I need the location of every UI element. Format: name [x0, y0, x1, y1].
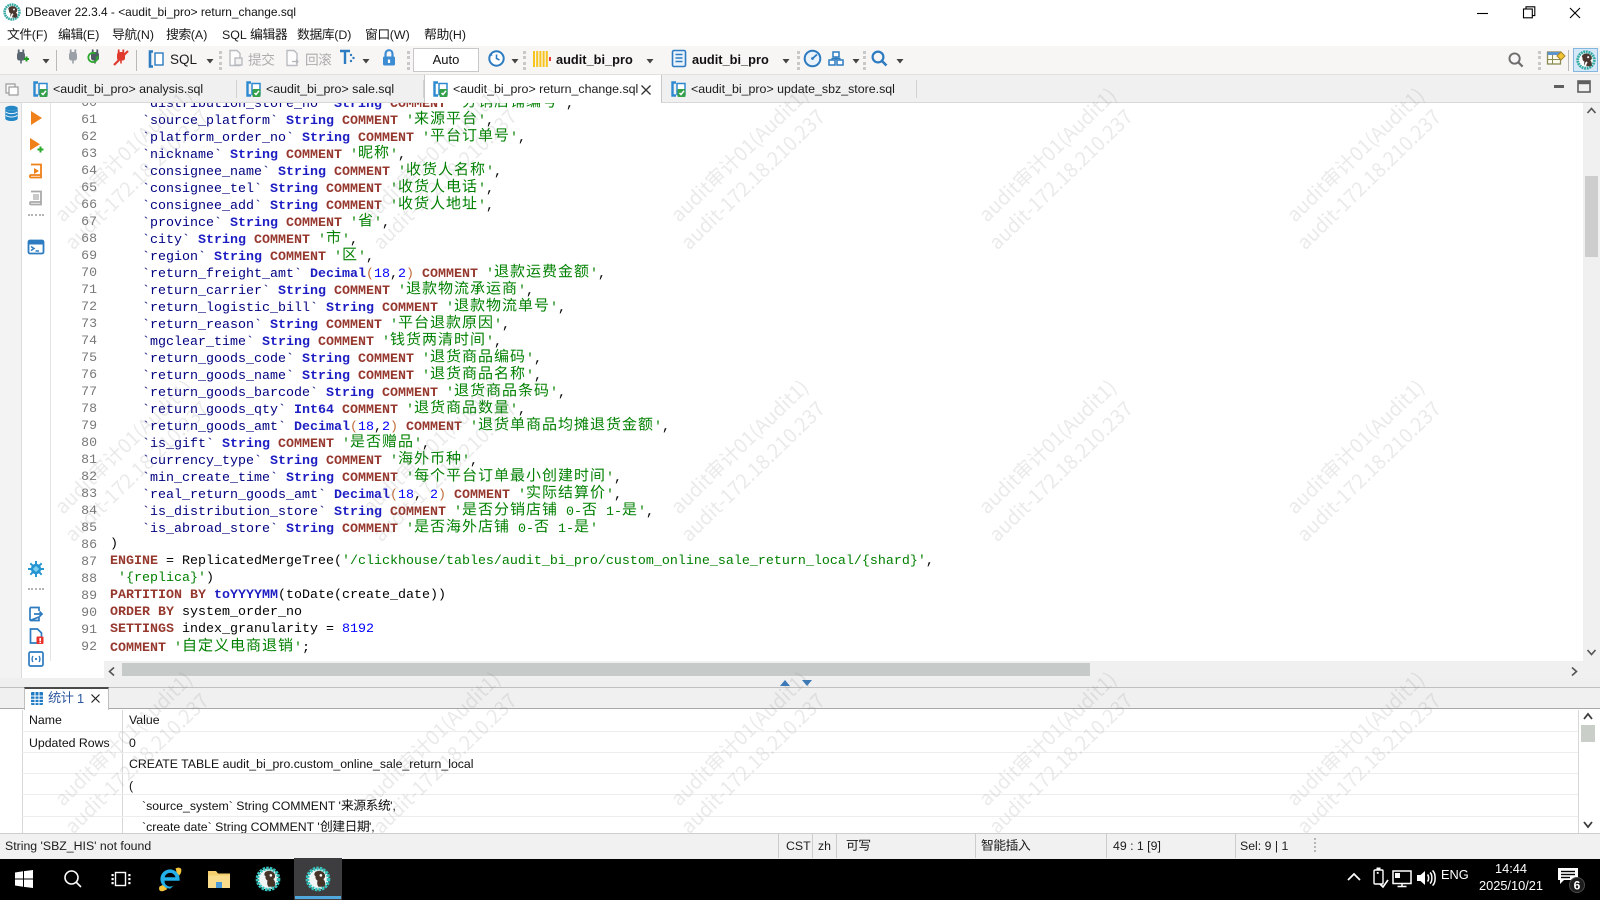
svg-text:6: 6 — [1574, 878, 1581, 892]
